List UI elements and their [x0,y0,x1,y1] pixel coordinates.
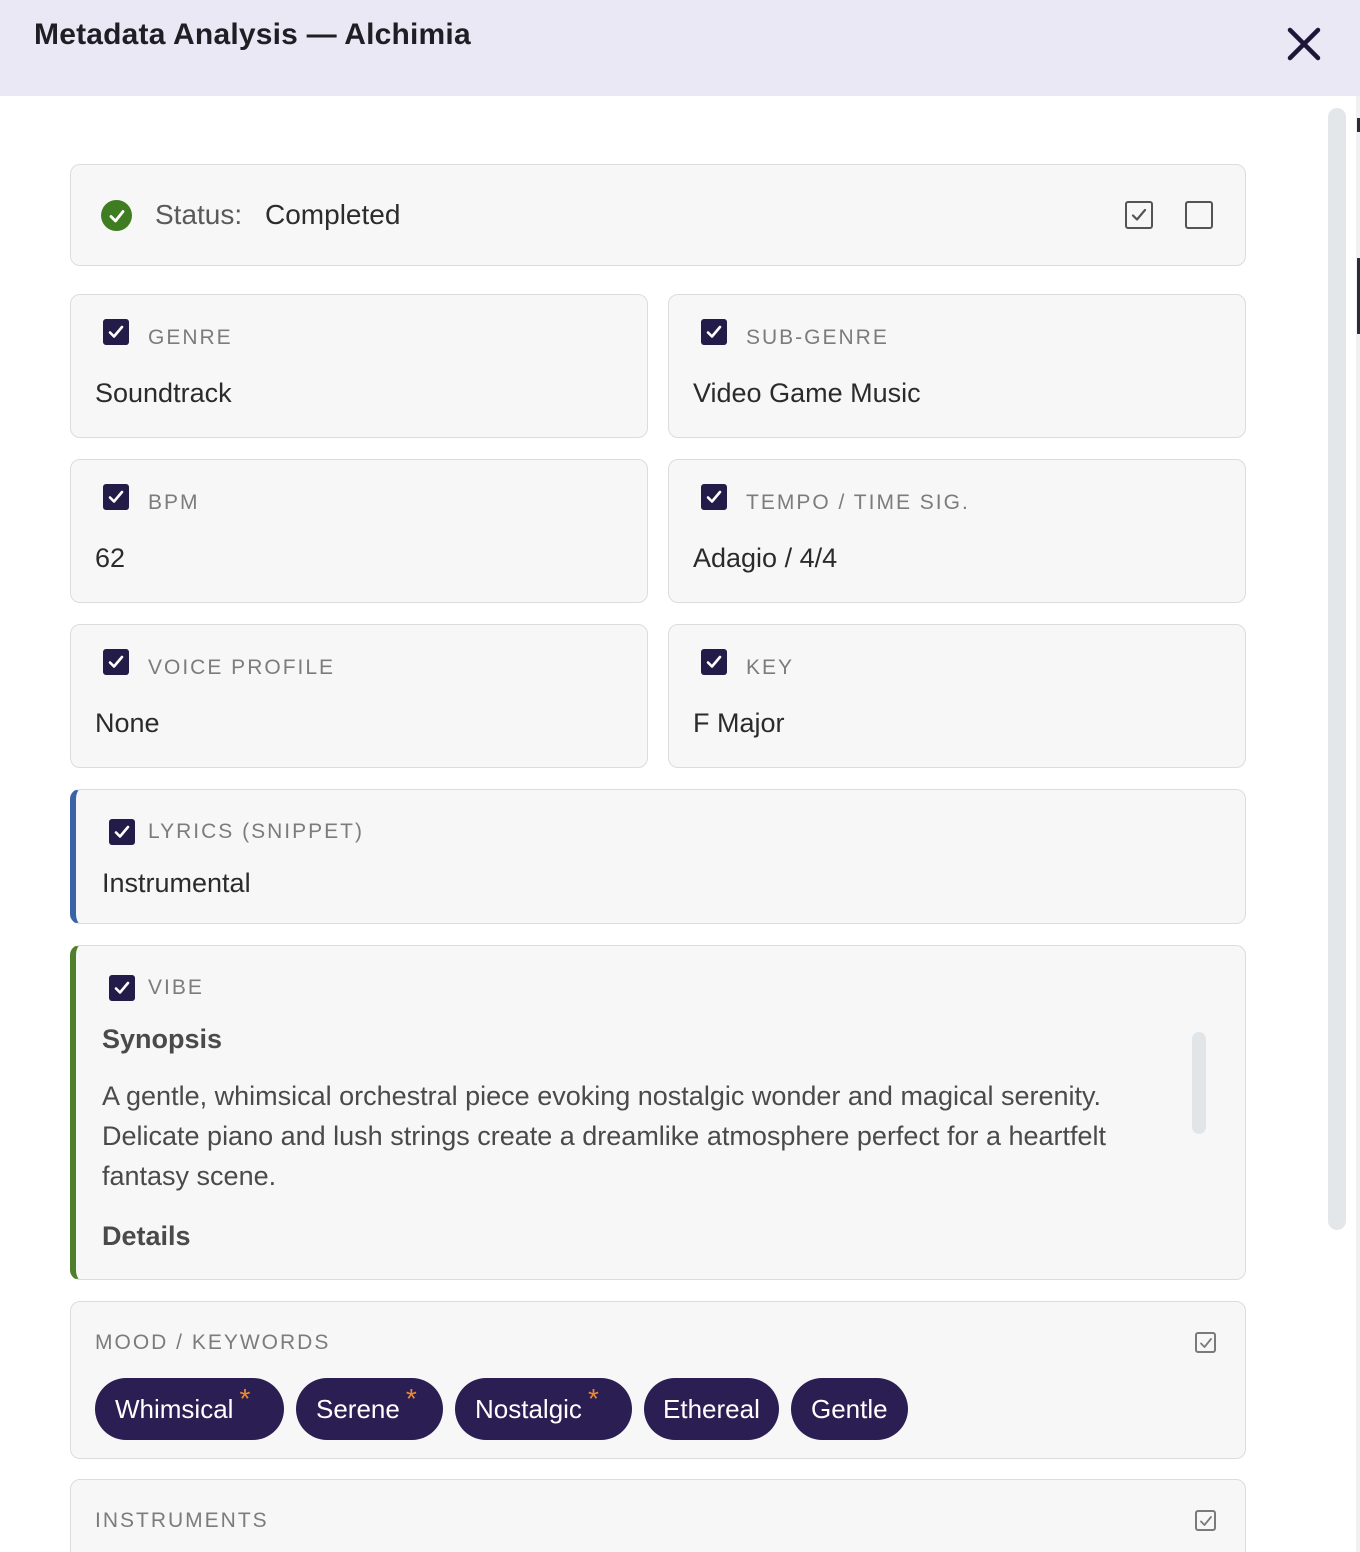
check-icon [706,655,722,668]
mood-chip-text: Gentle [811,1393,888,1424]
status-value: Completed [265,199,401,230]
mood-chip[interactable]: Whimsical * [95,1378,284,1440]
mood-chip[interactable]: Ethereal [644,1378,779,1440]
key-value: F Major [693,708,785,738]
star-icon: * [405,1383,417,1414]
tempo-label: TEMPO / TIME SIG. [746,491,970,514]
mood-chip-text: Serene [316,1393,400,1424]
tempo-checkbox[interactable] [701,484,727,510]
check-icon [1131,208,1147,221]
lyrics-card: LYRICS (SNIPPET) Instrumental [70,789,1246,924]
lyrics-label: LYRICS (SNIPPET) [148,820,364,843]
check-icon [108,490,124,503]
status-card: Status: Completed [70,164,1246,266]
voice-profile-checkbox[interactable] [103,649,129,675]
mood-card: MOOD / KEYWORDS Whimsical * Serene * Nos… [70,1301,1246,1459]
genre-value: Soundtrack [95,378,232,408]
genre-checkbox[interactable] [103,319,129,345]
bpm-value: 62 [95,543,126,573]
mood-chip[interactable]: Nostalgic * [455,1378,632,1440]
mood-chip-text: Ethereal [663,1393,760,1424]
lyrics-value: Instrumental [102,868,251,898]
star-icon: * [239,1383,251,1414]
check-icon [108,325,124,338]
lyrics-checkbox[interactable] [109,819,135,845]
star-icon: * [587,1383,599,1414]
page-scrollbar[interactable] [1328,108,1346,1230]
mood-chip-text: Nostalgic [475,1393,582,1424]
check-icon [1199,1337,1212,1348]
subgenre-checkbox[interactable] [701,319,727,345]
mood-chip[interactable]: Serene * [296,1378,443,1440]
bpm-checkbox[interactable] [103,484,129,510]
subgenre-label: SUB-GENRE [746,326,889,349]
synopsis-heading: Synopsis [102,1024,223,1054]
subgenre-value: Video Game Music [693,378,921,408]
instruments-select-checkbox[interactable] [1195,1510,1216,1531]
voice-profile-value: None [95,708,160,738]
check-icon [1199,1515,1212,1526]
voice-profile-card: VOICE PROFILE None [70,624,648,768]
deselect-all-checkbox[interactable] [1185,201,1213,229]
close-icon [1287,27,1321,61]
subgenre-card: SUB-GENRE Video Game Music [668,294,1246,438]
mood-chip-text: Whimsical [115,1393,234,1424]
check-icon [114,825,130,838]
status-label: Status: [155,199,243,230]
bpm-label: BPM [148,491,200,514]
key-label: KEY [746,656,795,679]
vibe-card: VIBE Synopsis A gentle, whimsical orches… [70,945,1246,1280]
status-ok-icon [101,200,132,231]
bpm-card: BPM 62 [70,459,648,603]
select-all-checkbox[interactable] [1125,201,1153,229]
close-button[interactable] [1282,24,1326,64]
check-icon [108,655,124,668]
instruments-card: INSTRUMENTS [70,1479,1246,1552]
tempo-value: Adagio / 4/4 [693,543,838,573]
mood-label: MOOD / KEYWORDS [95,1331,331,1354]
mood-select-checkbox[interactable] [1195,1332,1216,1353]
key-checkbox[interactable] [701,649,727,675]
key-card: KEY F Major [668,624,1246,768]
instruments-label: INSTRUMENTS [95,1509,269,1532]
genre-label: GENRE [148,326,233,349]
vibe-checkbox[interactable] [109,975,135,1001]
mood-chip[interactable]: Gentle [791,1378,908,1440]
modal-header: Metadata Analysis — Alchimia [0,0,1360,96]
vibe-scrollbar[interactable] [1192,1032,1206,1134]
voice-profile-label: VOICE PROFILE [148,656,336,679]
modal-title: Metadata Analysis — Alchimia [34,18,471,51]
synopsis-text: A gentle, whimsical orchestral piece evo… [102,1081,1107,1191]
check-icon [706,325,722,338]
details-heading: Details [102,1221,191,1251]
check-icon [706,490,722,503]
check-icon [114,981,130,994]
genre-card: GENRE Soundtrack [70,294,648,438]
vibe-label: VIBE [148,976,204,999]
tempo-card: TEMPO / TIME SIG. Adagio / 4/4 [668,459,1246,603]
